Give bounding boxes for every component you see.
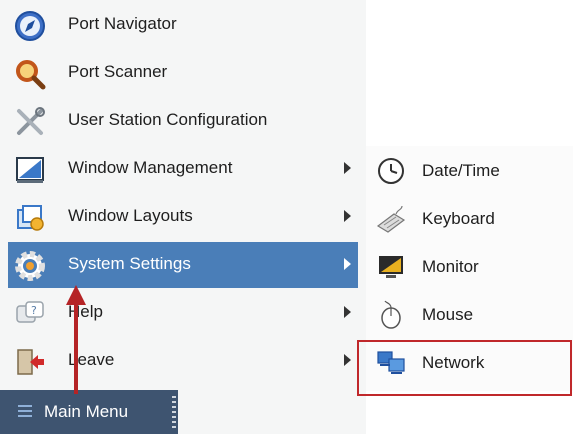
annotation-arrow-shaft <box>74 302 78 394</box>
submenu-item-label: Date/Time <box>422 161 500 180</box>
hamburger-icon <box>18 405 32 417</box>
main-menu-button[interactable]: Main Menu <box>0 390 170 434</box>
submenu-item-mouse[interactable]: Mouse <box>366 292 573 338</box>
submenu-arrow-icon <box>344 258 351 270</box>
menu-item-label: Port Navigator <box>68 14 177 33</box>
main-menu-label: Main Menu <box>44 402 129 421</box>
menu-item-leave[interactable]: Leave <box>8 338 358 384</box>
menu-item-label: System Settings <box>68 254 191 273</box>
window-layouts-icon <box>17 205 44 231</box>
monitor-icon <box>379 256 403 278</box>
window-management-icon <box>16 157 44 183</box>
menu-item-port-scanner[interactable]: Port Scanner <box>8 50 358 96</box>
network-highlight-box <box>357 340 572 396</box>
taskbar-grip[interactable] <box>172 396 176 428</box>
submenu-item-date-time[interactable]: Date/Time <box>366 148 573 194</box>
keyboard-icon <box>376 205 406 233</box>
submenu-item-label: Monitor <box>422 257 479 276</box>
help-icon: ? <box>16 301 44 323</box>
clock-icon <box>378 158 404 184</box>
submenu-item-label: Keyboard <box>422 209 495 228</box>
leave-icon <box>17 349 44 375</box>
menu-item-label: Window Layouts <box>68 206 193 225</box>
submenu-item-keyboard[interactable]: Keyboard <box>366 196 573 242</box>
gear-icon <box>15 251 45 281</box>
submenu-item-label: Mouse <box>422 305 474 324</box>
menu-item-system-settings[interactable]: System Settings <box>8 242 358 288</box>
main-menu: Port Navigator Port Scanner User Station… <box>0 0 366 434</box>
submenu-arrow-icon <box>344 210 351 222</box>
menu-item-label: Window Management <box>68 158 233 177</box>
tools-icon <box>17 107 45 135</box>
compass-icon <box>15 11 45 41</box>
submenu-arrow-icon <box>344 306 351 318</box>
menu-item-help[interactable]: ? Help <box>8 290 358 336</box>
annotation-arrow-up-icon <box>66 285 86 305</box>
magnifier-icon <box>16 60 46 90</box>
submenu-arrow-icon <box>344 162 351 174</box>
menu-item-user-station-configuration[interactable]: User Station Configuration <box>8 98 358 144</box>
menu-item-port-navigator[interactable]: Port Navigator <box>8 2 358 48</box>
submenu-item-monitor[interactable]: Monitor <box>366 244 573 290</box>
menu-item-label: User Station Configuration <box>68 110 268 129</box>
menu-item-window-management[interactable]: Window Management <box>8 146 358 192</box>
menu-item-window-layouts[interactable]: Window Layouts <box>8 194 358 240</box>
mouse-icon <box>381 300 401 329</box>
menu-item-label: Port Scanner <box>68 62 168 81</box>
svg-text:?: ? <box>31 304 37 317</box>
taskbar: Main Menu <box>0 390 178 434</box>
submenu-arrow-icon <box>344 354 351 366</box>
